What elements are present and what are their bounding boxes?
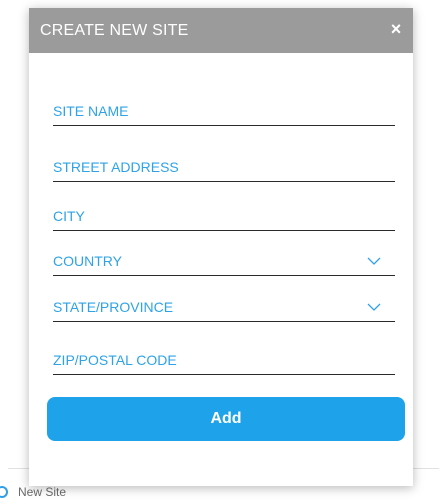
street-address-field[interactable]: STREET ADDRESS: [53, 151, 395, 182]
city-label: CITY: [53, 208, 85, 224]
modal-title: CREATE NEW SITE: [40, 22, 189, 39]
background-new-site-item[interactable]: New Site: [0, 484, 66, 500]
add-button[interactable]: Add: [47, 397, 405, 441]
street-address-label: STREET ADDRESS: [53, 159, 179, 175]
zip-postal-code-field[interactable]: ZIP/POSTAL CODE: [53, 344, 395, 375]
modal-header: CREATE NEW SITE ×: [29, 8, 413, 53]
zip-postal-code-label: ZIP/POSTAL CODE: [53, 352, 177, 368]
create-site-modal: CREATE NEW SITE × SITE NAME STREET ADDRE…: [29, 8, 413, 486]
close-icon[interactable]: ×: [387, 20, 405, 38]
refresh-icon: [0, 486, 8, 498]
site-name-field[interactable]: SITE NAME: [53, 95, 395, 126]
state-province-label: STATE/PROVINCE: [53, 299, 174, 315]
city-field[interactable]: CITY: [53, 200, 395, 231]
chevron-down-icon: [367, 303, 381, 311]
country-label: COUNTRY: [53, 253, 122, 269]
chevron-down-icon: [367, 257, 381, 265]
state-province-select[interactable]: STATE/PROVINCE: [53, 291, 395, 322]
country-select[interactable]: COUNTRY: [53, 245, 395, 276]
site-name-label: SITE NAME: [53, 103, 129, 119]
